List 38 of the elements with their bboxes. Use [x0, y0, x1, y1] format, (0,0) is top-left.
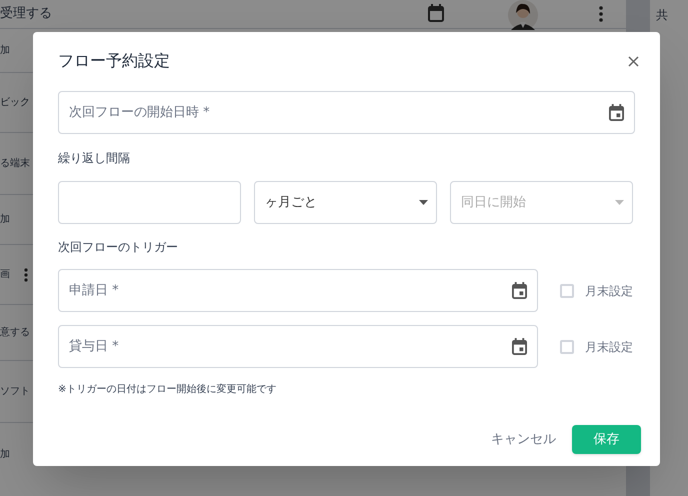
calendar-icon[interactable]: [609, 104, 624, 121]
list-item-text: 加: [0, 448, 10, 462]
dropdown: 同日に開始: [450, 181, 633, 224]
dialog-title: フロー予約設定: [58, 50, 170, 72]
checkbox-label[interactable]: 月末設定: [585, 338, 633, 356]
date-field[interactable]: 次回フローの開始日時 *: [58, 91, 635, 134]
caret-icon: [419, 200, 428, 205]
cancel-button[interactable]: キャンセル: [489, 430, 558, 450]
list-item-text: 加: [0, 44, 10, 58]
field-placeholder: 貸与日 *: [69, 338, 119, 356]
list-item-text: 画: [0, 268, 10, 282]
more-icon[interactable]: [24, 268, 28, 282]
note-text: ※トリガーの日付はフロー開始後に変更可能です: [58, 382, 278, 397]
column-header: 共: [656, 8, 668, 22]
input-field[interactable]: [58, 181, 241, 224]
list-item-text: る端末: [0, 156, 30, 171]
calendar-icon[interactable]: [512, 282, 527, 299]
date-field[interactable]: 申請日 *: [58, 269, 538, 312]
dropdown[interactable]: ヶ月ごと: [254, 181, 437, 224]
close-icon[interactable]: [628, 56, 639, 66]
field-placeholder: 次回フローの開始日時 *: [69, 104, 210, 122]
calendar-icon: [428, 4, 444, 22]
field-placeholder: 申請日 *: [69, 282, 119, 300]
list-item-text: 意する: [0, 326, 30, 340]
list-item-text: ビック: [0, 96, 30, 110]
checkbox-label[interactable]: 月末設定: [585, 282, 633, 300]
caret-icon: [615, 200, 624, 205]
list-item-text: 受理する: [0, 5, 52, 24]
list-item-text: ソフト: [0, 385, 30, 399]
section-label: 次回フローのトリガー: [58, 239, 179, 256]
save-button[interactable]: 保存: [572, 425, 641, 454]
list-item-text: 加: [0, 212, 10, 227]
checkbox[interactable]: [560, 340, 574, 354]
date-field[interactable]: 貸与日 *: [58, 325, 538, 368]
checkbox[interactable]: [560, 284, 574, 298]
calendar-icon[interactable]: [512, 338, 527, 355]
section-label: 繰り返し間隔: [58, 150, 131, 167]
more-icon[interactable]: [599, 6, 603, 22]
